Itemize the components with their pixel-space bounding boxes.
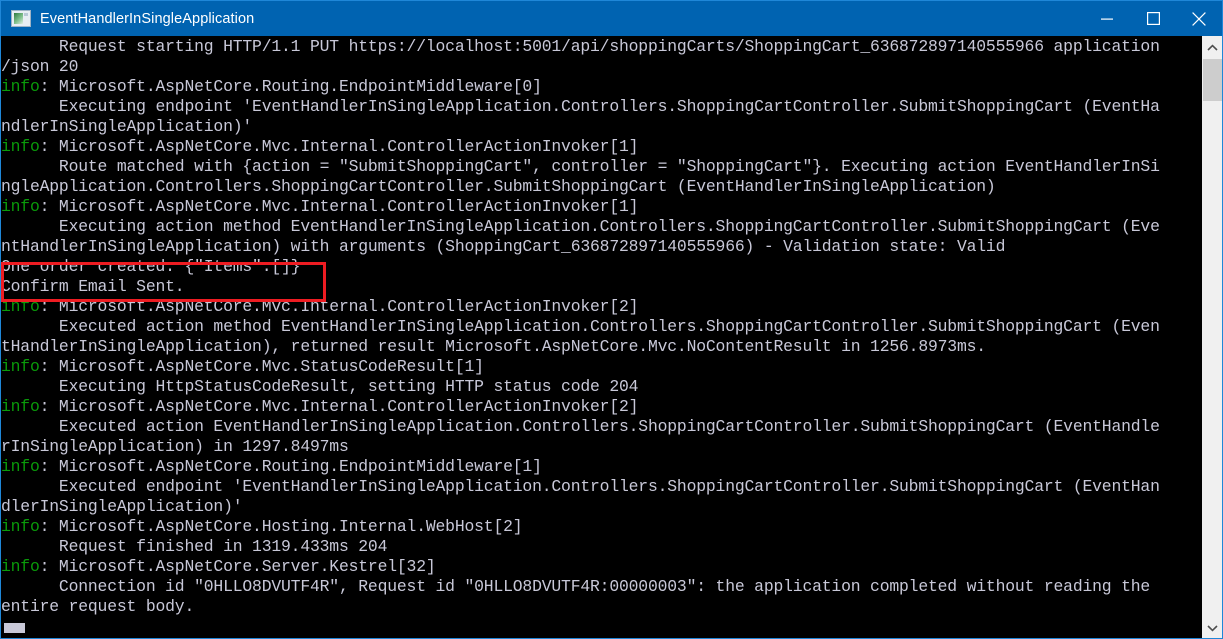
console-line: info: Microsoft.AspNetCore.Server.Kestre… [1, 557, 436, 577]
console-line: Request finished in 1319.433ms 204 [1, 537, 388, 557]
console-line: Executing endpoint 'EventHandlerInSingle… [1, 97, 1160, 117]
log-level-info: info [1, 77, 40, 97]
console-line: ngleApplication.Controllers.ShoppingCart… [1, 177, 996, 197]
log-level-info: info [1, 197, 40, 217]
console-app-icon-bar [24, 13, 28, 16]
console-line: /json 20 [1, 57, 79, 77]
console-line: One order created: {"Items":[]} [1, 257, 301, 277]
console-cursor [4, 623, 25, 633]
log-level-info: info [1, 137, 40, 157]
console-app-icon [11, 10, 31, 27]
console-line: info: Microsoft.AspNetCore.Mvc.Internal.… [1, 197, 639, 217]
console-line: entire request body. [1, 597, 195, 617]
scrollbar-down-button[interactable] [1202, 618, 1222, 638]
chevron-down-icon [1206, 624, 1218, 632]
console-log-text: Request starting HTTP/1.1 PUT https://lo… [1, 37, 1201, 617]
console-line: Executed action method EventHandlerInSin… [1, 317, 1160, 337]
scrollbar-track[interactable] [1202, 58, 1222, 618]
console-window: EventHandlerInSingleApplication Request [0, 0, 1223, 639]
console-line: info: Microsoft.AspNetCore.Hosting.Inter… [1, 517, 523, 537]
window-controls [1084, 1, 1222, 36]
console-line: Executing action method EventHandlerInSi… [1, 217, 1160, 237]
log-level-info: info [1, 297, 40, 317]
close-icon [1192, 11, 1206, 26]
console-line: dlerInSingleApplication)' [1, 497, 243, 517]
console-line: Request starting HTTP/1.1 PUT https://lo… [1, 37, 1160, 56]
minimize-icon [1101, 13, 1113, 25]
console-line: rInSingleApplication) in 1297.8497ms [1, 437, 349, 457]
log-level-info: info [1, 457, 40, 477]
console-line: info: Microsoft.AspNetCore.Mvc.Internal.… [1, 397, 639, 417]
console-line: Route matched with {action = "SubmitShop… [1, 157, 1160, 177]
window-title: EventHandlerInSingleApplication [40, 10, 255, 27]
log-level-info: info [1, 397, 40, 417]
title-bar[interactable]: EventHandlerInSingleApplication [1, 1, 1222, 36]
console-line: Executed action EventHandlerInSingleAppl… [1, 417, 1160, 437]
console-line: info: Microsoft.AspNetCore.Routing.Endpo… [1, 77, 542, 97]
console-line: info: Microsoft.AspNetCore.Mvc.Internal.… [1, 297, 639, 317]
console-line: Connection id "0HLLO8DVUTF4R", Request i… [1, 577, 1151, 597]
console-line: info: Microsoft.AspNetCore.Mvc.StatusCod… [1, 357, 484, 377]
console-app-icon-screen [14, 13, 23, 24]
console-line: ndlerInSingleApplication)' [1, 117, 253, 137]
log-level-info: info [1, 357, 40, 377]
chevron-up-icon [1206, 44, 1218, 52]
close-button[interactable] [1176, 1, 1222, 36]
log-level-info: info [1, 517, 40, 537]
minimize-button[interactable] [1084, 1, 1130, 36]
console-line: Executed endpoint 'EventHandlerInSingleA… [1, 477, 1160, 497]
console-output-area[interactable]: Request starting HTTP/1.1 PUT https://lo… [1, 36, 1201, 638]
scrollbar-up-button[interactable] [1202, 38, 1222, 58]
vertical-scrollbar[interactable] [1201, 36, 1222, 638]
console-line: info: Microsoft.AspNetCore.Routing.Endpo… [1, 457, 542, 477]
console-line: tHandlerInSingleApplication), returned r… [1, 337, 986, 357]
maximize-button[interactable] [1130, 1, 1176, 36]
log-level-info: info [1, 557, 40, 577]
console-line: Executing HttpStatusCodeResult, setting … [1, 377, 639, 397]
scrollbar-thumb[interactable] [1203, 59, 1222, 101]
console-line: info: Microsoft.AspNetCore.Mvc.Internal.… [1, 137, 639, 157]
console-line: ntHandlerInSingleApplication) with argum… [1, 237, 1006, 257]
console-line: Confirm Email Sent. [1, 277, 185, 297]
maximize-icon [1146, 12, 1160, 25]
